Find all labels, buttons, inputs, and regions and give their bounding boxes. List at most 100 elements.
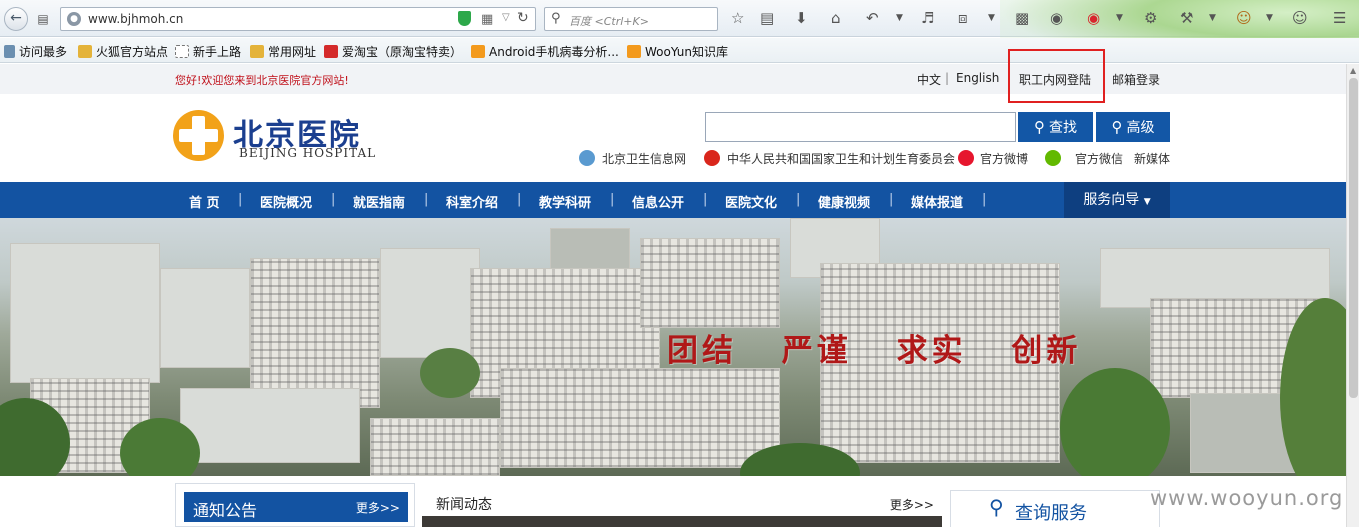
globe-icon: [579, 150, 595, 166]
news-image-strip[interactable]: [422, 516, 942, 527]
nav-item[interactable]: 医院文化: [725, 192, 777, 211]
search-placeholder: 百度 <Ctrl+K>: [569, 15, 649, 28]
bj-health-link[interactable]: 北京卫生信息网: [579, 150, 686, 167]
bookmark-item[interactable]: WooYun知识库: [627, 43, 728, 60]
nav-separator: |: [889, 192, 894, 207]
back-arrow-icon: ←: [10, 10, 22, 26]
bookmark-item[interactable]: Android手机病毒分析...: [471, 43, 619, 60]
bookmark-item[interactable]: 访问最多: [4, 43, 67, 60]
search-button[interactable]: ⚲ 查找: [1018, 112, 1093, 142]
bookmarks-bar: 访问最多 火狐官方站点 新手上路 常用网址 爱淘宝（原淘宝特卖） Android…: [0, 38, 1359, 63]
font-size-icon[interactable]: ▩: [1015, 9, 1029, 27]
nav-separator: |: [238, 192, 243, 207]
nav-item[interactable]: 首 页: [189, 192, 220, 211]
mail-login-link[interactable]: 邮箱登录: [1112, 71, 1160, 88]
chevron-down-icon[interactable]: ▼: [988, 9, 995, 27]
url-dropdown-icon[interactable]: ▽: [502, 12, 510, 23]
advanced-search-button[interactable]: ⚲ 高级: [1096, 112, 1170, 142]
page-icon: [175, 45, 189, 58]
bookmark-item[interactable]: 新手上路: [175, 43, 241, 60]
nav-separator: |: [331, 192, 336, 207]
tab-list-icon[interactable]: ▤: [32, 10, 54, 28]
notice-panel: 通知公告 更多>>: [175, 483, 415, 527]
speaker-icon[interactable]: ♬: [921, 9, 934, 27]
shield-icon[interactable]: [458, 11, 471, 26]
tools-icon[interactable]: ⚒: [1180, 9, 1193, 27]
query-panel: ⚲ 查询服务: [950, 490, 1160, 527]
nav-separator: |: [517, 192, 522, 207]
hero-banner: 团结 严谨 求实 创新: [0, 218, 1346, 476]
smiley-icon[interactable]: ☺: [1292, 9, 1308, 27]
caret-down-icon: ▼: [1143, 197, 1151, 207]
main-navigation: 首 页 | 医院概况 | 就医指南 | 科室介绍 | 教学科研 | 信息公开 |…: [0, 182, 1346, 218]
chat-bubble-icon[interactable]: ◉: [1050, 9, 1063, 27]
bookmark-item[interactable]: 火狐官方站点: [78, 43, 168, 60]
url-bar[interactable]: ● www.bjhmoh.cn ▦ ▽ ↻: [60, 7, 536, 31]
nav-item[interactable]: 媒体报道: [911, 192, 963, 211]
search-icon: ⚲: [551, 11, 561, 26]
crop-icon[interactable]: ⧈: [958, 9, 968, 27]
logo-english-name: BEIJING HOSPITAL: [239, 146, 377, 160]
search-icon: ⚲: [1111, 118, 1123, 136]
back-button[interactable]: ←: [4, 7, 28, 31]
logo-emblem-icon: [173, 110, 224, 161]
nav-item[interactable]: 健康视频: [818, 192, 870, 211]
home-icon[interactable]: ⌂: [831, 9, 841, 27]
lang-separator: |: [945, 71, 950, 85]
browser-toolbar: ← ▤ ● www.bjhmoh.cn ▦ ▽ ↻ ⚲ 百度 <Ctrl+K> …: [0, 0, 1359, 63]
bookmark-item[interactable]: 爱淘宝（原淘宝特卖）: [324, 43, 462, 60]
bookmark-folder-icon: [4, 45, 15, 58]
magnifier-icon: ⚲: [989, 495, 1004, 519]
lang-chinese-link[interactable]: 中文: [917, 71, 941, 88]
news-title: 新闻动态: [436, 497, 492, 513]
nav-separator: |: [610, 192, 615, 207]
search-bar[interactable]: ⚲ 百度 <Ctrl+K>: [544, 7, 718, 31]
globe-icon: ●: [67, 12, 81, 26]
weibo-link[interactable]: 官方微博: [958, 150, 1028, 167]
search-icon: ⚲: [1034, 118, 1045, 136]
chevron-down-icon[interactable]: ▼: [1116, 9, 1123, 27]
nav-item[interactable]: 科室介绍: [446, 192, 498, 211]
news-panel: 新闻动态 更多>>: [422, 490, 942, 527]
site-search-input[interactable]: [705, 112, 1016, 142]
nav-item[interactable]: 医院概况: [260, 192, 312, 211]
weibo-icon[interactable]: ◉: [1087, 9, 1100, 27]
nav-separator: |: [424, 192, 429, 207]
service-guide-dropdown[interactable]: 服务向导 ▼: [1064, 182, 1170, 218]
query-service-title[interactable]: 查询服务: [1015, 499, 1087, 525]
notice-more-link[interactable]: 更多>>: [356, 499, 400, 516]
chevron-down-icon[interactable]: ▼: [1209, 9, 1216, 27]
nav-item[interactable]: 教学科研: [539, 192, 591, 211]
nav-separator: |: [796, 192, 801, 207]
welcome-text: 您好!欢迎您来到北京医院官方网站!: [175, 74, 349, 87]
scroll-up-icon[interactable]: ▲: [1350, 66, 1356, 75]
weibo-icon: [958, 150, 974, 166]
highlight-box: [1008, 49, 1105, 103]
nav-item[interactable]: 信息公开: [632, 192, 684, 211]
lang-english-link[interactable]: English: [956, 71, 999, 85]
url-text[interactable]: www.bjhmoh.cn: [88, 12, 183, 26]
gear-icon[interactable]: ⚙: [1144, 9, 1157, 27]
bookmark-item[interactable]: 常用网址: [250, 43, 316, 60]
qr-code-icon[interactable]: ▦: [481, 12, 493, 27]
scroll-thumb[interactable]: [1349, 78, 1358, 398]
page-scrollbar[interactable]: ▲: [1346, 64, 1359, 527]
rss-icon: [627, 45, 641, 58]
monkey-icon[interactable]: ☺: [1236, 9, 1252, 27]
nhfpc-link[interactable]: 中华人民共和国国家卫生和计划生育委员会: [704, 150, 955, 167]
reading-list-icon[interactable]: ▤: [760, 9, 774, 27]
site-top-bar: 您好!欢迎您来到北京医院官方网站! 中文 | English 职工内网登陆 邮箱…: [0, 64, 1346, 94]
new-media-link[interactable]: 新媒体: [1134, 150, 1170, 167]
reload-icon[interactable]: ↻: [517, 10, 529, 26]
wechat-link[interactable]: 官方微信: [1045, 150, 1123, 167]
rss-icon: [471, 45, 485, 58]
menu-icon[interactable]: ☰: [1333, 9, 1346, 27]
download-icon[interactable]: ⬇: [795, 9, 808, 27]
nav-item[interactable]: 就医指南: [353, 192, 405, 211]
chevron-down-icon[interactable]: ▼: [1266, 9, 1273, 27]
wechat-icon: [1045, 150, 1061, 166]
news-more-link[interactable]: 更多>>: [890, 496, 934, 513]
undo-icon[interactable]: ↶: [866, 9, 879, 27]
bookmark-star-icon[interactable]: ☆: [731, 9, 744, 27]
chevron-down-icon[interactable]: ▼: [896, 9, 903, 27]
